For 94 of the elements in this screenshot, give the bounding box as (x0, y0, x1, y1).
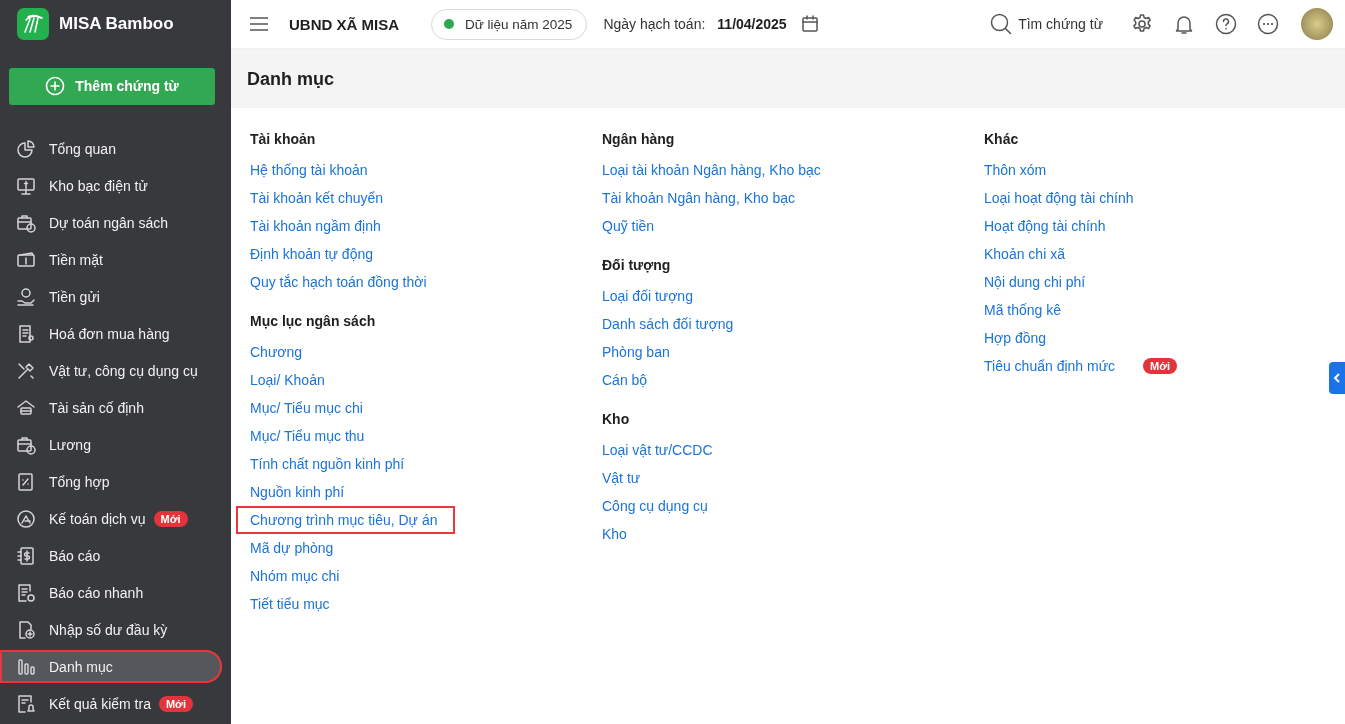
catalog-link[interactable]: Tài khoản ngầm định (236, 212, 399, 240)
page-title: Danh mục (231, 50, 1345, 108)
tools-icon (16, 361, 36, 382)
notification-bell-icon[interactable] (1173, 13, 1195, 35)
sidebar-item[interactable]: Lương (0, 428, 231, 462)
catalog-link[interactable]: Mục/ Tiểu mục chi (236, 394, 381, 422)
section-heading: Khác (984, 130, 1020, 149)
calendar-icon[interactable] (800, 15, 819, 33)
sidebar-item[interactable]: Dự toán ngân sách (0, 206, 231, 240)
catalog-link[interactable]: Hệ thống tài khoản (236, 156, 386, 184)
catalog-link[interactable]: Chương (236, 338, 321, 366)
help-icon[interactable] (1215, 13, 1237, 35)
sidebar-item[interactable]: Báo cáo (0, 539, 231, 573)
sidebar-item[interactable]: Tổng quan (0, 132, 231, 166)
catalog-link[interactable]: Tiêu chuẩn định mức (970, 352, 1134, 380)
catalog-link[interactable]: Phòng ban (588, 338, 688, 366)
catalog-link[interactable]: Kho (588, 520, 645, 548)
catalog-link[interactable]: Quy tắc hạch toán đồng thời (236, 268, 445, 296)
catalog-link[interactable]: Tiết tiểu mục (236, 590, 348, 618)
catalog-link[interactable]: Loại vật tư/CCDC (588, 436, 731, 464)
catalog-link[interactable]: Tính chất nguồn kinh phí (236, 450, 423, 478)
menu-icon[interactable] (249, 16, 269, 32)
catalog-link[interactable]: Loại đối tượng (588, 282, 711, 310)
sidebar-item[interactable]: Tiền mặt (0, 243, 231, 277)
monitor-icon (16, 176, 36, 197)
sidebar-item[interactable]: Kho bạc điện tử (0, 169, 231, 203)
section-heading: Tài khoản (250, 130, 317, 149)
catalog-link[interactable]: Định khoản tự động (236, 240, 391, 268)
sidebar-item[interactable]: Báo cáo nhanh (0, 576, 231, 610)
sidebar-item[interactable]: Hoá đơn mua hàng (0, 317, 231, 351)
catalog-link[interactable]: Loại hoạt động tài chính (970, 184, 1152, 212)
organization-name: UBND XÃ MISA (289, 15, 399, 33)
catalog-link[interactable]: Công cụ dụng cụ (588, 492, 726, 520)
sidebar-item[interactable]: Danh mục (0, 650, 222, 684)
settings-icon[interactable] (1131, 13, 1153, 35)
search-button[interactable]: Tìm chứng từ (990, 13, 1103, 35)
user-avatar[interactable] (1301, 8, 1333, 40)
section-heading: Kho (602, 410, 631, 429)
sidebar-item[interactable]: Kết quả kiểm tra Mới (0, 687, 231, 721)
sidebar-item[interactable]: Nhập số dư đầu kỳ (0, 613, 231, 647)
sidebar-item[interactable]: Tài sản cố định (0, 391, 231, 425)
new-badge: Mới (158, 695, 193, 712)
chevron-left-icon (1333, 373, 1341, 383)
collapse-panel-button[interactable] (1329, 362, 1345, 394)
sidebar-item[interactable]: Tổng hợp (0, 465, 231, 499)
sidebar-item[interactable]: Vật tư, công cụ dụng cụ (0, 354, 231, 388)
status-dot-icon (444, 19, 454, 29)
invoice-icon (16, 324, 36, 345)
sidebar-item[interactable]: Kế toán dịch vụ Mới (0, 502, 231, 536)
doc-bell-icon (16, 693, 36, 714)
catalog-link[interactable]: Tài khoản Ngân hàng, Kho bạc (588, 184, 814, 212)
more-options-icon[interactable] (1257, 13, 1279, 35)
posting-date-label: Ngày hạch toán: (603, 16, 706, 32)
catalog-link[interactable]: Loại tài khoản Ngân hàng, Kho bạc (588, 156, 839, 184)
catalog-link[interactable]: Mục/ Tiểu mục thu (236, 422, 383, 450)
catalog-link[interactable]: Nhóm mục chi (236, 562, 358, 590)
catalog-link[interactable]: Hoạt động tài chính (970, 212, 1124, 240)
catalog-link[interactable]: Tài khoản kết chuyển (236, 184, 402, 212)
sidebar-item[interactable]: Tiền gửi (0, 280, 231, 314)
app-name: MISA Bamboo (59, 14, 174, 35)
catalog-link[interactable]: Cán bộ (588, 366, 666, 394)
file-add-icon (16, 619, 36, 640)
new-badge: Mới (1143, 358, 1178, 374)
section-heading: Đối tượng (602, 256, 672, 275)
salary-icon (16, 434, 36, 455)
section-heading: Ngân hàng (602, 130, 676, 149)
catalog-link[interactable]: Quỹ tiền (588, 212, 673, 240)
briefcase-coin-icon (16, 213, 36, 234)
circle-logo-icon (16, 508, 36, 529)
catalog-link[interactable]: Vật tư (588, 464, 659, 492)
posting-date-value: 11/04/2025 (717, 16, 787, 32)
catalog-link[interactable]: Chương trình mục tiêu, Dự án (236, 506, 456, 534)
catalog-link[interactable]: Mã dự phòng (236, 534, 352, 562)
bamboo-logo-icon (17, 8, 49, 41)
catalog-link[interactable]: Khoản chi xã (970, 240, 1083, 268)
catalog-link[interactable]: Nội dung chi phí (970, 268, 1104, 296)
catalog-link[interactable]: Hợp đồng (970, 324, 1065, 352)
catalog-link[interactable]: Thôn xóm (970, 156, 1065, 184)
report-dollar-icon (16, 545, 36, 566)
new-badge: Mới (153, 510, 188, 527)
catalog-link[interactable]: Danh sách đối tượng (588, 310, 752, 338)
search-icon (990, 13, 1013, 35)
bars-icon (16, 656, 36, 677)
catalog-link[interactable]: Loại/ Khoản (236, 366, 343, 394)
add-document-button[interactable]: Thêm chứng từ (9, 67, 215, 105)
pie-chart-icon (16, 139, 36, 160)
catalog-link[interactable]: Mã thống kê (970, 296, 1080, 324)
car-garage-icon (16, 398, 36, 418)
section-heading: Mục lục ngân sách (250, 312, 377, 331)
quick-report-icon (16, 582, 36, 603)
percent-doc-icon (16, 471, 36, 492)
hand-coin-icon (16, 287, 36, 308)
plus-circle-icon (45, 76, 66, 97)
catalog-link[interactable]: Nguồn kinh phí (236, 478, 363, 506)
